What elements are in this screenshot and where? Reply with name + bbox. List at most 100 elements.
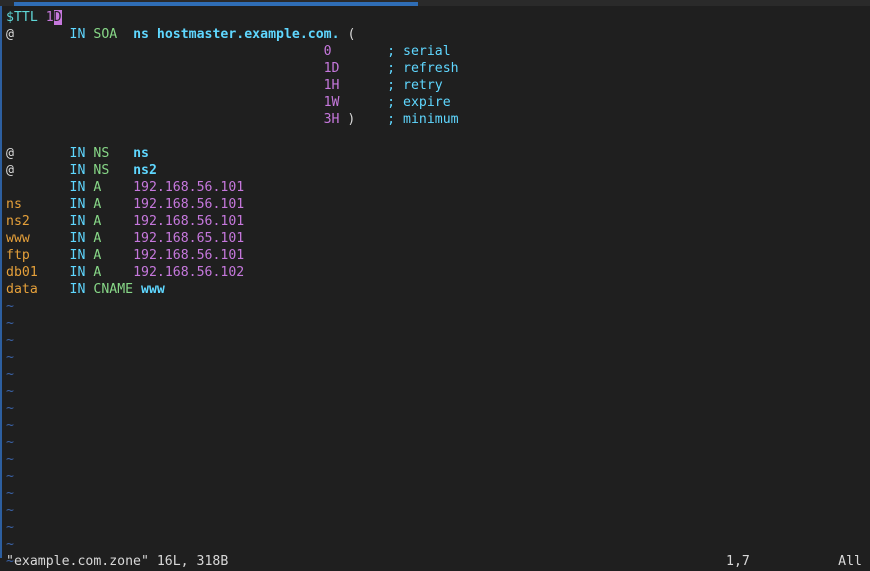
editor-line[interactable]: $TTL 1D <box>6 9 866 26</box>
scrollbar-thumb[interactable] <box>14 2 418 6</box>
line-token <box>133 282 141 297</box>
line-token: 1 <box>45 10 54 25</box>
line-token <box>14 27 70 42</box>
editor-line[interactable]: 1H ; retry <box>6 77 866 94</box>
line-token: 192.168.56.102 <box>133 265 245 280</box>
empty-line-marker: ~ <box>6 520 14 535</box>
line-token <box>101 265 133 280</box>
line-token <box>6 180 70 195</box>
empty-line-marker: ~ <box>6 299 14 314</box>
empty-line-marker: ~ <box>6 350 14 365</box>
editor-buffer[interactable]: $TTL 1D @ IN SOA ns hostmaster.example.co… <box>6 9 866 570</box>
line-token: ; serial <box>387 44 451 59</box>
line-token <box>101 214 133 229</box>
status-cursor-position: 1,7 <box>726 554 750 569</box>
line-token <box>339 95 387 110</box>
line-token <box>101 248 133 263</box>
line-token: IN <box>69 231 86 246</box>
line-token: 1H <box>323 78 340 93</box>
line-token: 192.168.56.101 <box>133 214 245 229</box>
editor-line[interactable] <box>6 128 866 145</box>
line-token <box>355 112 387 127</box>
line-token: IN <box>69 248 86 263</box>
line-token: IN <box>69 282 86 297</box>
line-token: ns2 <box>6 214 30 229</box>
editor-line[interactable]: @ IN SOA ns hostmaster.example.com. ( <box>6 26 866 43</box>
editor-line[interactable]: @ IN NS ns <box>6 145 866 162</box>
line-token: @ <box>6 146 14 161</box>
vim-terminal-window: $TTL 1D @ IN SOA ns hostmaster.example.co… <box>0 0 870 571</box>
empty-line-marker: ~ <box>6 316 14 331</box>
line-token <box>101 231 133 246</box>
line-token <box>339 78 387 93</box>
line-token: IN <box>69 265 86 280</box>
empty-line-marker: ~ <box>6 418 14 433</box>
line-token: ns <box>133 146 149 161</box>
horizontal-scrollbar[interactable] <box>0 0 870 6</box>
line-token: ; retry <box>387 78 443 93</box>
line-token: @ <box>6 27 14 42</box>
line-token: NS <box>93 146 110 161</box>
line-token: IN <box>69 214 86 229</box>
line-token <box>117 27 133 42</box>
line-token: NS <box>93 163 110 178</box>
line-token: 1D <box>323 61 340 76</box>
line-token: 192.168.65.101 <box>133 231 245 246</box>
line-token: ; refresh <box>387 61 459 76</box>
line-token: ) <box>339 112 356 127</box>
text-cursor: D <box>53 10 62 25</box>
editor-line[interactable]: @ IN NS ns2 <box>6 162 866 179</box>
editor-line[interactable]: data IN CNAME www <box>6 281 866 298</box>
empty-line-marker: ~ <box>6 503 14 518</box>
editor-line[interactable]: ns2 IN A 192.168.56.101 <box>6 213 866 230</box>
line-token <box>109 163 133 178</box>
line-token <box>6 44 324 59</box>
line-token: ns <box>6 197 22 212</box>
line-token <box>6 95 324 110</box>
editor-line[interactable]: www IN A 192.168.65.101 <box>6 230 866 247</box>
line-token <box>332 44 388 59</box>
editor-line[interactable]: 3H ) ; minimum <box>6 111 866 128</box>
line-token: ; expire <box>387 95 451 110</box>
window-left-edge <box>0 6 2 558</box>
line-token <box>38 265 70 280</box>
line-token <box>30 248 70 263</box>
editor-line[interactable]: db01 IN A 192.168.56.102 <box>6 264 866 281</box>
line-token: 3H <box>323 112 340 127</box>
empty-line-marker: ~ <box>6 486 14 501</box>
line-token: IN <box>69 27 86 42</box>
line-token: 192.168.56.101 <box>133 248 245 263</box>
line-token: ( <box>339 27 356 42</box>
line-token: data <box>6 282 38 297</box>
line-token <box>6 78 324 93</box>
empty-line-marker: ~ <box>6 537 14 552</box>
line-token: ; minimum <box>387 112 459 127</box>
editor-line[interactable]: 0 ; serial <box>6 43 866 60</box>
line-token: www <box>6 231 30 246</box>
editor-line[interactable]: ftp IN A 192.168.56.101 <box>6 247 866 264</box>
empty-line-marker: ~ <box>6 452 14 467</box>
line-token: IN <box>69 163 86 178</box>
line-token <box>14 163 70 178</box>
editor-line[interactable]: 1D ; refresh <box>6 60 866 77</box>
empty-line-marker: ~ <box>6 469 14 484</box>
line-token: 1W <box>323 95 340 110</box>
editor-line[interactable]: ns IN A 192.168.56.101 <box>6 196 866 213</box>
editor-line[interactable]: 1W ; expire <box>6 94 866 111</box>
line-token: IN <box>69 146 86 161</box>
status-scroll-position: All <box>838 554 862 569</box>
line-token: IN <box>69 180 86 195</box>
line-token <box>22 197 70 212</box>
empty-line-marker: ~ <box>6 384 14 399</box>
empty-line-marker: ~ <box>6 367 14 382</box>
line-token: CNAME <box>93 282 134 297</box>
editor-line[interactable]: IN A 192.168.56.101 <box>6 179 866 196</box>
line-token <box>38 282 70 297</box>
line-token <box>6 112 324 127</box>
line-token: $TTL <box>6 10 46 25</box>
empty-line-marker: ~ <box>6 401 14 416</box>
line-token <box>30 231 70 246</box>
line-token <box>101 180 133 195</box>
line-token <box>101 197 133 212</box>
line-token: IN <box>69 197 86 212</box>
